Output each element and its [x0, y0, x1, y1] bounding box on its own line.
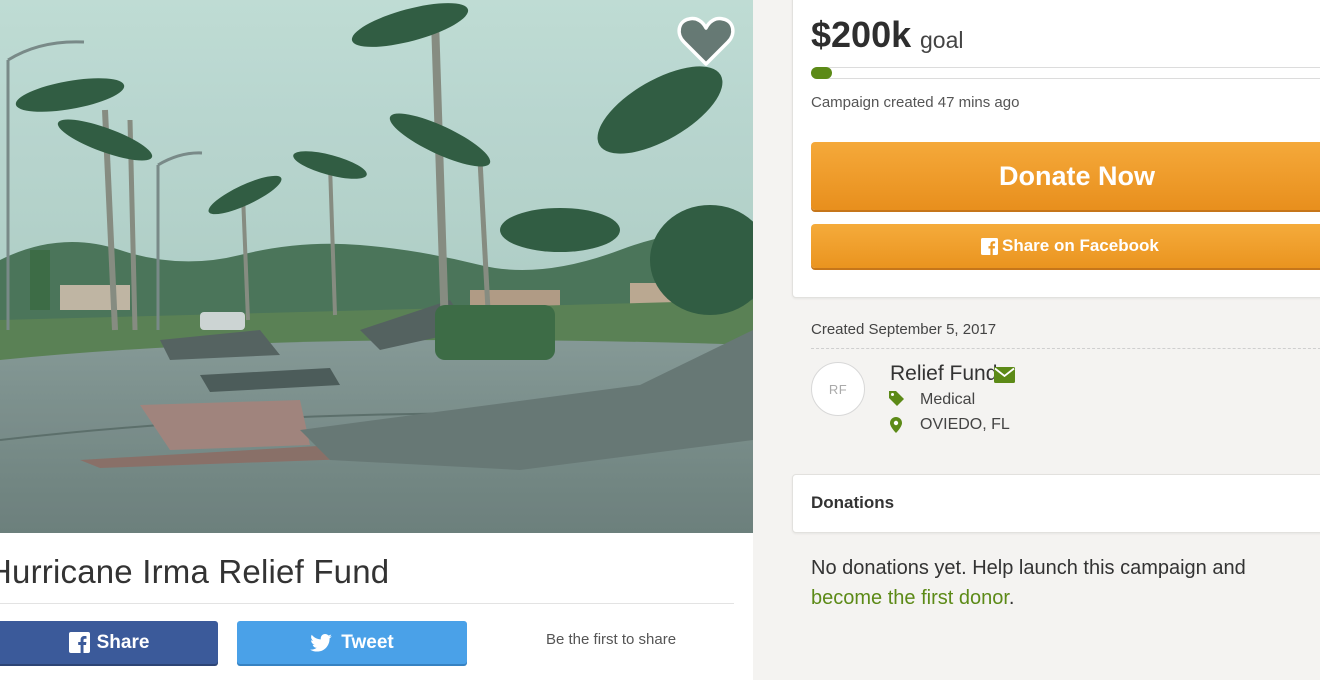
campaign-main-column: Hurricane Irma Relief Fund Share Tweet B…	[0, 0, 753, 680]
title-divider	[0, 603, 734, 604]
envelope-icon[interactable]	[994, 367, 1015, 383]
share-count-text: Be the first to share	[546, 631, 677, 648]
donate-button-label: Donate Now	[999, 160, 1156, 191]
organizer-name[interactable]: Relief Fund	[890, 362, 997, 386]
campaign-created-ago: Campaign created 47 mins ago	[811, 94, 1020, 111]
tweet-button[interactable]: Tweet	[237, 621, 467, 664]
no-donations-message: No donations yet. Help launch this campa…	[811, 553, 1320, 613]
heart-icon[interactable]	[676, 14, 736, 70]
organizer-category[interactable]: Medical	[920, 391, 975, 409]
donate-now-button[interactable]: Donate Now	[811, 142, 1320, 210]
tag-icon	[889, 391, 904, 406]
become-first-donor-link[interactable]: become the first donor	[811, 587, 1009, 609]
donations-heading: Donations	[811, 493, 895, 512]
facebook-icon	[981, 237, 998, 255]
progress-bar-fill	[811, 67, 832, 79]
share-facebook-label: Share on Facebook	[1002, 236, 1159, 255]
twitter-icon	[310, 633, 333, 652]
map-pin-icon	[890, 417, 902, 433]
goal-amount: $200k	[811, 14, 912, 55]
share-button-label: Share	[96, 631, 150, 653]
share-facebook-button[interactable]: Share	[0, 621, 218, 664]
no-donations-text: No donations yet. Help launch this campa…	[811, 557, 1246, 579]
tweet-button-label: Tweet	[341, 631, 394, 653]
campaign-page: Hurricane Irma Relief Fund Share Tweet B…	[0, 0, 1320, 680]
campaign-hero-image	[0, 0, 753, 533]
created-date: Created September 5, 2017	[811, 321, 997, 338]
goal-label: goal	[920, 27, 964, 53]
campaign-title: Hurricane Irma Relief Fund	[0, 553, 390, 590]
organizer-avatar[interactable]: RF	[811, 362, 865, 416]
facebook-icon	[68, 632, 90, 653]
organizer-location: OVIEDO, FL	[920, 416, 1010, 433]
no-donations-end: .	[1008, 587, 1015, 609]
share-on-facebook-button[interactable]: Share on Facebook	[811, 224, 1320, 268]
progress-bar	[811, 67, 1320, 79]
organizer-divider	[811, 348, 1320, 349]
